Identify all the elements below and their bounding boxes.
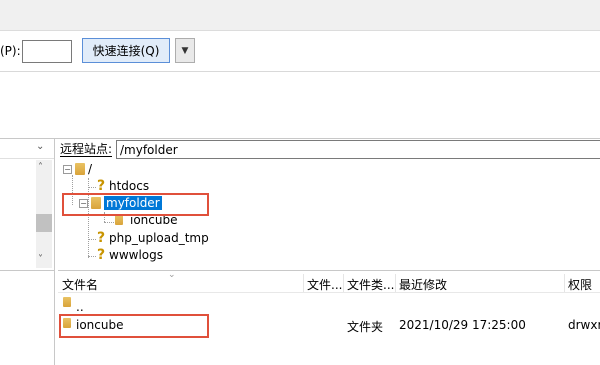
tree-node-htdocs[interactable]: ? htdocs (96, 178, 149, 194)
question-icon: ? (96, 230, 106, 246)
column-header-modified[interactable]: 最近修改 (399, 276, 447, 293)
column-header-filename[interactable]: 文件名 (62, 276, 98, 293)
quickconnect-button[interactable]: 快速连接(Q) (82, 38, 170, 63)
column-divider[interactable] (564, 274, 565, 292)
quickconnect-dropdown-button[interactable]: ▼ (175, 38, 195, 63)
collapse-icon[interactable]: − (63, 164, 72, 174)
top-toolbar (0, 0, 600, 31)
port-input[interactable] (22, 40, 72, 63)
folder-icon (115, 215, 123, 225)
tree-line (104, 222, 114, 223)
tree-node-php-upload-tmp[interactable]: ? php_upload_tmp (96, 230, 209, 246)
tree-line (88, 187, 96, 188)
remote-site-label: 远程站点: (60, 142, 113, 157)
pane-divider (0, 270, 54, 271)
file-type: 文件夹 (347, 320, 384, 334)
pane-divider (58, 270, 600, 271)
column-divider[interactable] (395, 274, 396, 292)
file-modified: 2021/10/29 17:25:00 (399, 318, 526, 332)
chevron-down-icon[interactable]: ⌄ (36, 141, 44, 152)
folder-icon (63, 297, 71, 307)
folder-icon (75, 163, 85, 175)
sort-indicator-icon: ⌄ (168, 270, 176, 280)
chevron-down-icon: ▼ (181, 45, 189, 56)
tree-line (88, 256, 96, 257)
question-icon: ? (96, 247, 106, 263)
column-divider[interactable] (343, 274, 344, 292)
question-icon: ? (96, 178, 106, 194)
column-divider[interactable] (303, 274, 304, 292)
file-permissions: drwxr (568, 318, 600, 332)
column-header-permissions[interactable]: 权限 (568, 276, 592, 293)
message-log (0, 72, 600, 139)
tree-line (88, 239, 96, 240)
file-name: .. (76, 300, 84, 314)
tree-node-wwwlogs[interactable]: ? wwwlogs (96, 247, 163, 263)
port-label: (P): (0, 44, 21, 58)
highlight-box (62, 193, 209, 216)
highlight-box (59, 314, 209, 338)
tree-node-root[interactable]: − / (63, 162, 92, 176)
local-path-combo[interactable] (0, 139, 54, 159)
header-divider (58, 292, 600, 293)
scroll-up-icon[interactable]: ˄ (38, 162, 43, 173)
scroll-down-icon[interactable]: ˅ (38, 254, 43, 265)
remote-path-input[interactable]: /myfolder (116, 140, 600, 159)
column-header-type[interactable]: 文件类... (347, 276, 394, 293)
local-scrollbar-thumb[interactable] (36, 214, 52, 232)
column-header-size[interactable]: 文件... (307, 276, 342, 293)
tree-line (88, 178, 89, 258)
